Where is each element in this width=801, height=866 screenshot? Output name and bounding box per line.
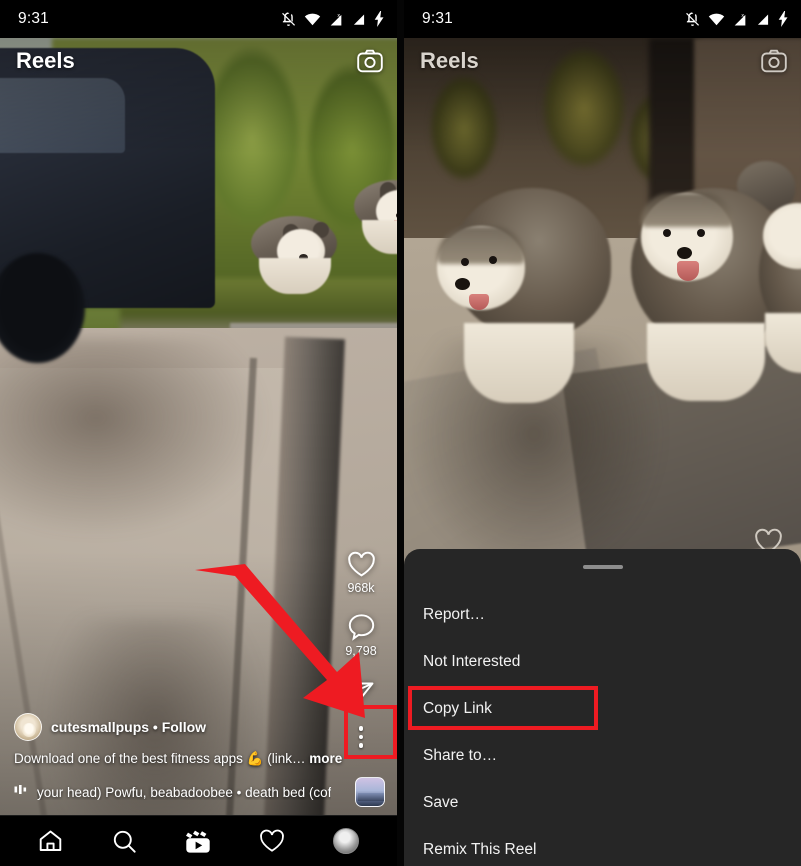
comment-button[interactable]: 9,798	[345, 613, 377, 658]
signal-no-sim-icon: x	[732, 12, 748, 27]
camera-icon[interactable]	[357, 49, 383, 73]
user-row[interactable]: cutesmallpups • Follow	[14, 712, 385, 741]
status-time: 9:31	[18, 10, 49, 27]
three-dots-vertical-icon	[358, 726, 364, 731]
svg-text:x: x	[337, 12, 340, 18]
like-button[interactable]: 968k	[347, 551, 376, 595]
wifi-icon	[708, 12, 725, 26]
status-icons: x	[684, 11, 789, 28]
drag-handle[interactable]	[582, 565, 623, 569]
avatar[interactable]	[14, 712, 42, 741]
dual-screenshot-comparison: 9:31 x Reels 968k 9,798 cutesmallpups • …	[0, 0, 801, 866]
profile-avatar-icon	[333, 828, 360, 854]
nav-home-button[interactable]	[25, 816, 77, 866]
nav-reels-button[interactable]	[172, 816, 224, 866]
status-time: 9:31	[422, 10, 453, 27]
menu-item-copy-link[interactable]: Copy Link	[404, 685, 801, 732]
home-icon	[38, 829, 63, 853]
menu-item-remix-this-reel[interactable]: Remix This Reel	[404, 826, 801, 866]
send-paper-plane-icon	[347, 676, 375, 702]
svg-text:x: x	[741, 12, 744, 18]
reels-header-left: Reels	[0, 38, 397, 84]
camera-icon[interactable]	[761, 49, 787, 73]
charging-bolt-icon	[778, 11, 789, 27]
page-title: Reels	[420, 48, 479, 73]
album-art-thumbnail[interactable]	[355, 777, 385, 807]
username-and-follow[interactable]: cutesmallpups • Follow	[51, 719, 206, 735]
menu-item-label: Share to…	[423, 746, 498, 764]
nav-profile-button[interactable]	[320, 816, 372, 866]
menu-item-report[interactable]: Report…	[404, 591, 801, 638]
reels-clapper-icon	[185, 829, 211, 854]
wifi-icon	[304, 12, 321, 26]
charging-bolt-icon	[374, 11, 385, 27]
status-icons: x	[280, 11, 385, 28]
heart-icon	[347, 551, 376, 578]
comment-bubble-icon	[347, 613, 376, 641]
more-options-button[interactable]	[347, 720, 375, 754]
menu-item-share-to[interactable]: Share to…	[404, 732, 801, 779]
nav-activity-button[interactable]	[246, 816, 298, 866]
menu-item-label: Save	[423, 793, 459, 811]
page-title: Reels	[16, 48, 75, 73]
menu-item-not-interested[interactable]: Not Interested	[404, 638, 801, 685]
status-bar-right: 9:31 x	[404, 0, 801, 38]
notifications-off-icon	[684, 11, 701, 28]
like-count: 968k	[347, 581, 375, 595]
signal-no-sim-icon: x	[328, 12, 344, 27]
audio-bars-icon	[14, 783, 28, 801]
signal-icon	[351, 12, 367, 26]
heart-icon	[259, 829, 285, 853]
caption-text: Download one of the best fitness apps 💪 …	[14, 750, 306, 766]
reels-header-right: Reels	[404, 38, 801, 84]
notifications-off-icon	[280, 11, 297, 28]
sheet-menu-list: Report… Not Interested Copy Link Share t…	[404, 591, 801, 866]
right-phone-screen: 9:31 x Reels Report… Not Interested Copy…	[404, 0, 801, 866]
left-phone-screen: 9:31 x Reels 968k 9,798 cutesmallpups • …	[0, 0, 397, 866]
comment-count: 9,798	[345, 644, 377, 658]
menu-item-label: Remix This Reel	[423, 840, 537, 858]
music-title: your head) Powfu, beabadoobee • death be…	[37, 784, 332, 800]
menu-item-save[interactable]: Save	[404, 779, 801, 826]
share-button[interactable]	[347, 676, 375, 702]
panel-divider	[397, 0, 404, 866]
signal-icon	[755, 12, 771, 26]
status-bar-left: 9:31 x	[0, 0, 397, 38]
more-options-bottom-sheet: Report… Not Interested Copy Link Share t…	[404, 549, 801, 866]
search-icon	[112, 829, 137, 854]
reel-caption[interactable]: Download one of the best fitness apps 💪 …	[14, 750, 385, 768]
menu-item-label: Not Interested	[423, 652, 521, 670]
menu-item-label: Copy Link	[423, 699, 492, 717]
menu-item-label: Report…	[423, 605, 486, 623]
bottom-nav-left	[0, 815, 397, 866]
nav-search-button[interactable]	[99, 816, 151, 866]
action-rail-left: 968k 9,798	[333, 551, 389, 754]
music-row[interactable]: your head) Powfu, beabadoobee • death be…	[14, 777, 385, 807]
